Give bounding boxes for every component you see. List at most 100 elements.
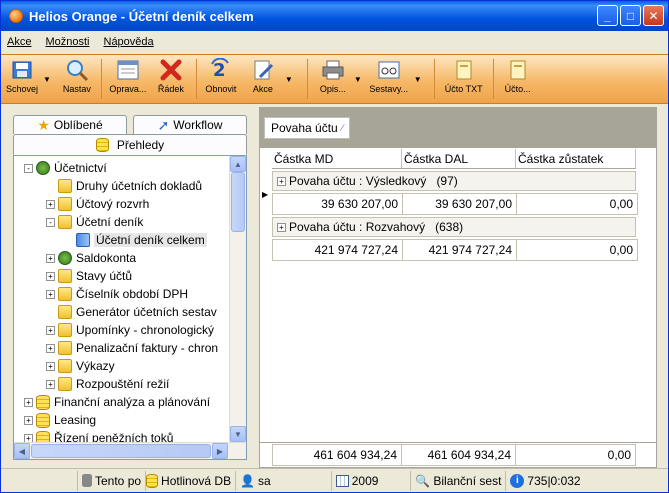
title-bar[interactable]: Helios Orange - Účetní deník celkem _ □ …: [1, 1, 668, 31]
toolbar-button-radek[interactable]: Řádek: [152, 55, 190, 103]
tree-item[interactable]: Generátor účetních sestav: [46, 303, 217, 321]
toolbar-button-sestavy[interactable]: Sestavy...: [366, 55, 412, 103]
expand-icon[interactable]: +: [46, 379, 55, 389]
tree-horizontal-scrollbar[interactable]: ◀ ▶: [14, 442, 246, 459]
delete-row-icon: [159, 58, 183, 82]
tree-line: [46, 182, 55, 191]
toolbar-button-schovej[interactable]: Schovej: [5, 55, 39, 103]
folder-icon: [58, 197, 72, 211]
info-icon: i: [510, 473, 525, 488]
scroll-up-icon[interactable]: ▲: [230, 156, 246, 172]
chevron-down-icon[interactable]: ▼: [285, 75, 293, 84]
current-row-indicator-icon: ▶: [262, 190, 269, 199]
column-header-zustatek[interactable]: Částka zůstatek: [516, 149, 636, 168]
collapse-icon[interactable]: +: [277, 222, 286, 232]
folder-icon: [58, 269, 72, 283]
tree-item[interactable]: + Saldokonta: [46, 249, 136, 267]
scroll-thumb[interactable]: [31, 444, 211, 458]
tree-item[interactable]: + Výkazy: [46, 357, 115, 375]
toolbar-button-opis[interactable]: Opis...: [314, 55, 352, 103]
maximize-button[interactable]: □: [620, 5, 641, 26]
toolbar-button-obnovit[interactable]: 2 Obnovit: [203, 55, 239, 103]
tree-item[interactable]: Účetní deník celkem: [64, 231, 207, 249]
tree-item[interactable]: + Finanční analýza a plánování: [24, 393, 210, 411]
minimize-button[interactable]: _: [597, 5, 618, 26]
toolbar-button-oprava[interactable]: Oprava...: [108, 55, 148, 103]
tree-item-label: Účetní deník: [76, 215, 144, 229]
menu-akce[interactable]: Akce: [7, 36, 31, 48]
expand-icon[interactable]: +: [46, 253, 55, 263]
expand-icon[interactable]: +: [24, 397, 33, 407]
toolbar-button-akce[interactable]: Akce: [245, 55, 281, 103]
toolbar-button-ucto-txt[interactable]: Účto TXT: [441, 55, 487, 103]
tree-item-label: Penalizační faktury - chron: [76, 341, 219, 355]
scroll-left-icon[interactable]: ◀: [14, 443, 30, 459]
tree-item[interactable]: + Číselník období DPH: [46, 285, 188, 303]
navigator-panel: ★ Oblíbené ➚ Workflow Přehledy - Účetnict…: [11, 115, 247, 461]
folder-icon: [58, 323, 72, 337]
app-window: Helios Orange - Účetní deník celkem _ □ …: [0, 0, 669, 493]
column-header-md[interactable]: Částka MD: [272, 149, 402, 168]
chevron-down-icon[interactable]: ▼: [43, 75, 51, 84]
tree-item[interactable]: + Rozpouštění režií: [46, 375, 169, 393]
tree-item-label: Číselník období DPH: [76, 287, 189, 301]
close-button[interactable]: ✕: [643, 5, 664, 26]
chevron-down-icon[interactable]: ▼: [414, 75, 422, 84]
toolbar-button-nastav[interactable]: Nastav: [59, 55, 95, 103]
scroll-thumb[interactable]: [231, 172, 245, 232]
table-row[interactable]: 39 630 207,00 39 630 207,00 0,00: [272, 193, 638, 215]
tab-workflow[interactable]: ➚ Workflow: [133, 115, 247, 134]
collapse-icon[interactable]: +: [277, 176, 286, 186]
expand-icon[interactable]: +: [46, 199, 55, 209]
expand-icon[interactable]: +: [46, 325, 55, 335]
glasses-icon: [377, 58, 401, 82]
toolbar: Schovej ▼ Nastav Oprava... Řádek 2 Obnov…: [1, 54, 668, 104]
group-row[interactable]: + Povaha účtu : Rozvahový (638): [272, 217, 636, 237]
tree-item[interactable]: - Účetnictví: [24, 159, 107, 177]
table-row[interactable]: 421 974 727,24 421 974 727,24 0,00: [272, 239, 638, 261]
search-icon: 🔍: [415, 473, 431, 488]
expand-icon[interactable]: +: [46, 271, 55, 281]
collapse-icon[interactable]: -: [46, 217, 55, 227]
menu-moznosti[interactable]: Možnosti: [45, 36, 89, 48]
tree-item[interactable]: + Stavy účtů: [46, 267, 132, 285]
column-header-dal[interactable]: Částka DAL: [402, 149, 516, 168]
chevron-down-icon[interactable]: ▼: [354, 75, 362, 84]
tree-line: [64, 236, 73, 245]
tree-item-label: Finanční analýza a plánování: [54, 395, 211, 409]
collapse-icon[interactable]: -: [24, 163, 33, 173]
expand-icon[interactable]: +: [46, 361, 55, 371]
expand-icon[interactable]: +: [46, 289, 55, 299]
totals-row: 461 604 934,24 461 604 934,24 0,00: [259, 442, 657, 468]
document-pencil-icon: [251, 58, 275, 82]
database-icon: [36, 412, 50, 428]
tree-item[interactable]: + Účtový rozvrh: [46, 195, 149, 213]
tree-vertical-scrollbar[interactable]: ▲ ▼: [229, 156, 246, 442]
grid-header: Částka MD Částka DAL Částka zůstatek: [272, 149, 636, 169]
tree-item[interactable]: + Leasing: [24, 411, 96, 429]
group-row[interactable]: + Povaha účtu : Výsledkový (97): [272, 171, 636, 191]
menu-napoveda[interactable]: Nápověda: [104, 36, 154, 48]
tree-item[interactable]: Druhy účetních dokladů: [46, 177, 202, 195]
save-icon: [10, 58, 34, 82]
tab-oblibene[interactable]: ★ Oblíbené: [13, 115, 127, 134]
total-dal: 461 604 934,24: [402, 444, 516, 466]
tree-item-label: Účetnictví: [54, 161, 107, 175]
group-chip-povaha-uctu[interactable]: Povaha účtu ∕: [264, 117, 351, 139]
expand-icon[interactable]: +: [24, 415, 33, 425]
tree-item-label: Účtový rozvrh: [76, 197, 150, 211]
cell-dal: 39 630 207,00: [403, 194, 517, 214]
toolbar-button-ucto[interactable]: Účto...: [500, 55, 536, 103]
tab-prehledy[interactable]: Přehledy: [13, 134, 247, 155]
scroll-down-icon[interactable]: ▼: [230, 426, 246, 442]
expand-icon[interactable]: +: [46, 343, 55, 353]
tree-item[interactable]: + Upomínky - chronologický: [46, 321, 214, 339]
coins-icon: [36, 161, 50, 175]
tree-item[interactable]: - Účetní deník: [46, 213, 143, 231]
group-by-area: Povaha účtu ∕: [260, 108, 656, 148]
cell-md: 421 974 727,24: [273, 240, 403, 260]
tree-item-label: Stavy účtů: [76, 269, 133, 283]
tree-item[interactable]: + Penalizační faktury - chron: [46, 339, 218, 357]
scroll-right-icon[interactable]: ▶: [212, 443, 228, 459]
folder-icon: [58, 215, 72, 229]
